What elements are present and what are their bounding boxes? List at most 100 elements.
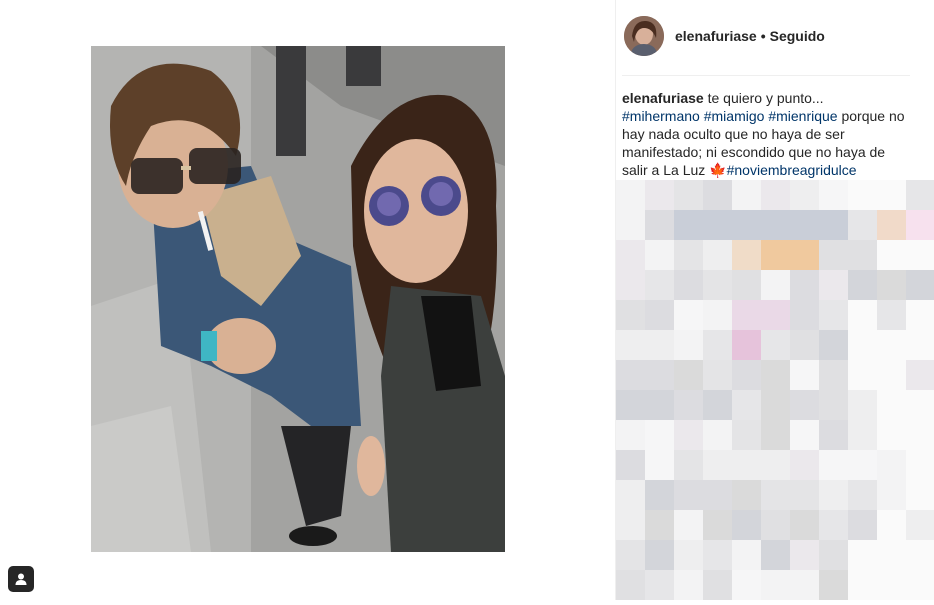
pixel-block	[848, 330, 877, 360]
pixel-block	[790, 180, 819, 210]
pixel-block	[645, 570, 674, 600]
pixel-block	[703, 480, 732, 510]
pixel-block	[674, 240, 703, 270]
pixel-block	[877, 540, 906, 570]
pixel-block	[848, 210, 877, 240]
pixel-block	[732, 420, 761, 450]
follow-status-button[interactable]: Seguido	[770, 28, 825, 44]
pixel-block	[616, 420, 645, 450]
pixel-block	[645, 180, 674, 210]
hashtag-link[interactable]: #mienrique	[768, 108, 837, 124]
pixel-block	[790, 510, 819, 540]
pixel-block	[761, 540, 790, 570]
pixel-block	[732, 480, 761, 510]
pixel-block	[616, 540, 645, 570]
profile-picture	[624, 16, 664, 56]
pixel-block	[790, 450, 819, 480]
pixel-block	[906, 300, 934, 330]
pixel-block	[790, 360, 819, 390]
header-text: elenafuriase • Seguido	[675, 28, 825, 44]
pixel-block	[790, 540, 819, 570]
pixel-block	[819, 180, 848, 210]
post-photo[interactable]	[91, 46, 505, 552]
pixel-block	[848, 540, 877, 570]
pixel-block	[906, 450, 934, 480]
pixel-block	[819, 480, 848, 510]
pixel-block	[732, 540, 761, 570]
pixel-block	[703, 180, 732, 210]
hashtag-link[interactable]: #miamigo	[704, 108, 765, 124]
pixel-block	[703, 540, 732, 570]
pixel-block	[761, 390, 790, 420]
pixel-block	[819, 510, 848, 540]
pixel-block	[645, 540, 674, 570]
pixel-block	[732, 240, 761, 270]
pixel-block	[645, 360, 674, 390]
pixel-block	[732, 510, 761, 540]
pixel-block	[819, 330, 848, 360]
pixel-block	[877, 180, 906, 210]
pixel-block	[877, 330, 906, 360]
pixel-block	[732, 450, 761, 480]
hashtag-link[interactable]: #noviembreagridulce	[727, 162, 857, 178]
pixel-block	[761, 180, 790, 210]
pixel-block	[906, 210, 934, 240]
pixel-block	[645, 480, 674, 510]
pixel-block	[616, 510, 645, 540]
pixel-block	[761, 240, 790, 270]
pixel-block	[732, 390, 761, 420]
pixel-block	[819, 420, 848, 450]
pixel-block	[616, 240, 645, 270]
pixel-block	[790, 240, 819, 270]
pixel-block	[906, 570, 934, 600]
pixel-block	[703, 360, 732, 390]
pixel-block	[674, 270, 703, 300]
pixelated-comments-image	[616, 180, 934, 600]
pixel-block	[674, 510, 703, 540]
post-caption: elenafuriase te quiero y punto... #miherm…	[622, 89, 914, 179]
caption-author-link[interactable]: elenafuriase	[622, 90, 704, 106]
pixel-block	[906, 240, 934, 270]
pixel-block	[703, 510, 732, 540]
pixel-block	[674, 300, 703, 330]
pixel-block	[906, 180, 934, 210]
pixel-block	[790, 420, 819, 450]
pixel-block	[790, 300, 819, 330]
pixel-block	[877, 240, 906, 270]
pixel-block	[732, 210, 761, 240]
pixel-block	[703, 240, 732, 270]
pixel-block	[848, 180, 877, 210]
hashtag-link[interactable]: #mihermano	[622, 108, 700, 124]
maple-leaf-emoji: 🍁	[709, 162, 727, 178]
pixel-block	[645, 390, 674, 420]
person-tag-icon	[15, 573, 27, 585]
caption-text: te quiero y punto...	[703, 90, 824, 106]
avatar[interactable]	[624, 16, 664, 56]
pixel-block	[616, 270, 645, 300]
pixel-block	[645, 270, 674, 300]
pixel-block	[790, 480, 819, 510]
pixel-block	[703, 390, 732, 420]
pixel-block	[674, 360, 703, 390]
pixel-block	[732, 570, 761, 600]
pixel-block	[703, 210, 732, 240]
pixel-block	[616, 360, 645, 390]
pixel-block	[848, 270, 877, 300]
pixel-block	[616, 300, 645, 330]
pixel-block	[819, 360, 848, 390]
pixel-block	[645, 420, 674, 450]
tag-people-button[interactable]	[8, 566, 34, 592]
pixel-block	[761, 210, 790, 240]
username-link[interactable]: elenafuriase	[675, 28, 757, 44]
pixel-block	[674, 420, 703, 450]
pixel-block	[819, 450, 848, 480]
pixel-block	[848, 510, 877, 540]
pixel-block	[645, 510, 674, 540]
pixel-block	[906, 420, 934, 450]
pixel-block	[790, 270, 819, 300]
pixel-block	[877, 390, 906, 420]
pixel-block	[674, 540, 703, 570]
pixel-block	[848, 450, 877, 480]
pixel-block	[732, 270, 761, 300]
pixel-block	[674, 570, 703, 600]
